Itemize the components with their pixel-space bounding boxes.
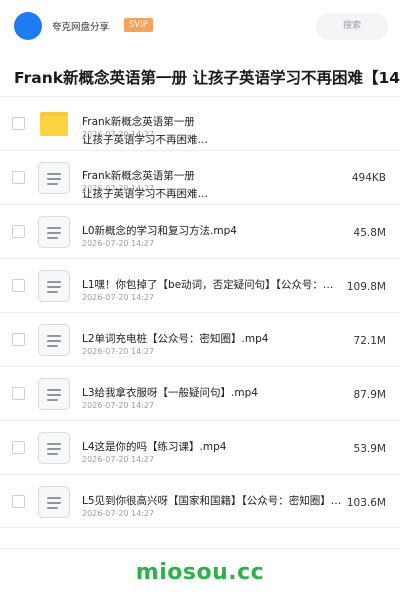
item-name: Frank新概念英语第一册	[82, 116, 195, 128]
row-checkbox[interactable]	[12, 279, 25, 292]
top-bar: 夸克网盘分享 SVIP 搜索	[0, 0, 400, 52]
item-name: Frank新概念英语第一册	[82, 170, 195, 182]
file-icon	[38, 432, 70, 464]
folder-icon	[38, 108, 70, 140]
file-icon	[38, 486, 70, 518]
item-size: 103.6M	[346, 497, 386, 509]
item-name: L0新概念的学习和复习方法.mp4	[82, 225, 237, 237]
svip-badge: SVIP	[124, 18, 153, 32]
item-meta: 2026-07-20 14:27	[82, 293, 155, 302]
file-icon	[38, 324, 70, 356]
row-checkbox[interactable]	[12, 495, 25, 508]
file-icon	[38, 162, 70, 194]
avatar[interactable]	[14, 12, 42, 40]
item-name: L1嘿！你包掉了【be动词，否定疑问句】【公众号：…	[82, 279, 334, 291]
row-checkbox[interactable]	[12, 171, 25, 184]
list-item[interactable]: L5见到你很高兴呀【国家和国籍】【公众号：密知圈】… 2026-07-20 14…	[0, 474, 400, 528]
item-size: 53.9M	[353, 443, 386, 455]
item-size: 109.8M	[346, 281, 386, 293]
item-name: L4这是你的吗【练习课】.mp4	[82, 441, 227, 453]
item-meta: 2026-07-20 14:27	[82, 455, 155, 464]
row-checkbox[interactable]	[12, 333, 25, 346]
file-icon	[38, 270, 70, 302]
list-item[interactable]: L0新概念的学习和复习方法.mp4 2026-07-20 14:27 45.8M	[0, 204, 400, 258]
list-item[interactable]: L3给我拿衣服呀【一般疑问句】.mp4 2026-07-20 14:27 87.…	[0, 366, 400, 420]
list-item[interactable]: Frank新概念英语第一册 2026-07-20 14:27 让孩子英语学习不再…	[0, 150, 400, 204]
watermark: miosou.cc	[135, 560, 265, 585]
list-item[interactable]: L4这是你的吗【练习课】.mp4 2026-07-20 14:27 53.9M	[0, 420, 400, 474]
page-title: Frank新概念英语第一册 让孩子英语学习不再困难【144课	[14, 69, 400, 87]
item-size: 72.1M	[353, 335, 386, 347]
item-name-line2: 让孩子英语学习不再困难…	[82, 134, 208, 146]
row-checkbox[interactable]	[12, 441, 25, 454]
item-size: 494KB	[351, 172, 386, 184]
item-name: L2单词充电桩【公众号：密知圈】.mp4	[82, 333, 269, 345]
item-size: 87.9M	[353, 389, 386, 401]
list-item[interactable]: Frank新概念英语第一册 2026-07-20 14:27 让孩子英语学习不再…	[0, 96, 400, 150]
row-checkbox[interactable]	[12, 117, 25, 130]
file-icon	[38, 378, 70, 410]
item-meta: 2026-07-20 14:27	[82, 401, 155, 410]
row-checkbox[interactable]	[12, 387, 25, 400]
file-icon	[38, 216, 70, 248]
list-item[interactable]: L2单词充电桩【公众号：密知圈】.mp4 2026-07-20 14:27 72…	[0, 312, 400, 366]
item-name-line2: 让孩子英语学习不再困难…	[82, 188, 208, 200]
brand-label: 夸克网盘分享	[52, 22, 110, 33]
item-meta: 2026-07-20 14:27	[82, 509, 155, 518]
list-item[interactable]: L1嘿！你包掉了【be动词，否定疑问句】【公众号：… 2026-07-20 14…	[0, 258, 400, 312]
search-input[interactable]: 搜索	[316, 13, 388, 40]
item-name: L5见到你很高兴呀【国家和国籍】【公众号：密知圈】…	[82, 495, 342, 507]
item-meta: 2026-07-20 14:27	[82, 347, 155, 356]
item-size: 45.8M	[353, 227, 386, 239]
item-name: L3给我拿衣服呀【一般疑问句】.mp4	[82, 387, 258, 399]
row-checkbox[interactable]	[12, 225, 25, 238]
item-meta: 2026-07-20 14:27	[82, 239, 155, 248]
